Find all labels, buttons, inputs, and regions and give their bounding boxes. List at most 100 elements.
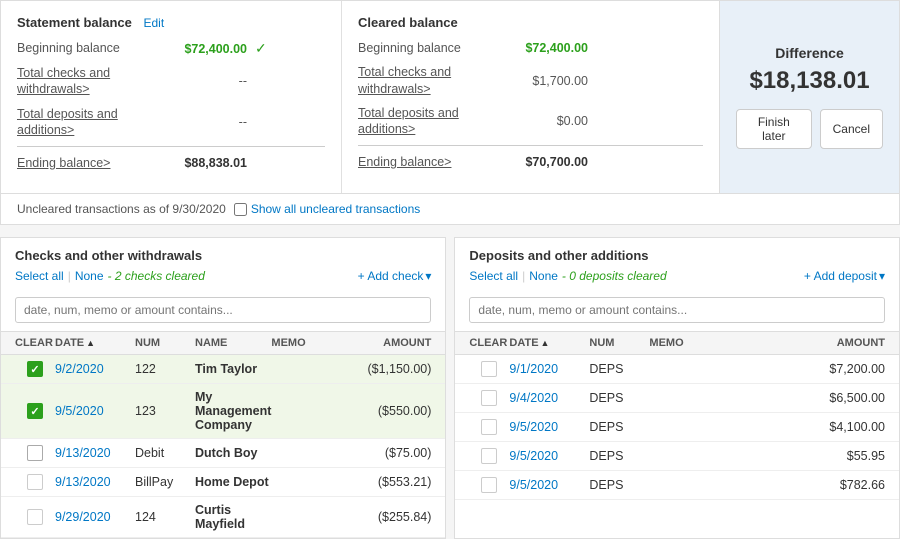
deposits-row-4-checkbox-cell[interactable]: [469, 477, 509, 493]
checks-row-4-num: 124: [135, 510, 195, 524]
cleared-balance-section: Cleared balance Beginning balance $72,40…: [341, 1, 719, 193]
top-panel: Statement balance Edit Beginning balance…: [0, 0, 900, 194]
checks-col-name: NAME: [195, 337, 271, 349]
beginning-balance-cleared-value: $72,400.00: [147, 42, 247, 56]
checks-row-3-amount: ($553.21): [351, 475, 431, 489]
deposits-row-4-checkbox[interactable]: [481, 477, 497, 493]
deposits-date-sort-arrow: ▲: [541, 338, 550, 348]
checks-row-2-num: Debit: [135, 446, 195, 460]
deposits-row-3-checkbox[interactable]: [481, 448, 497, 464]
checks-row-0-date[interactable]: 9/2/2020: [55, 362, 135, 376]
cleared-checks-label: Total checks and withdrawals>: [358, 64, 488, 97]
checks-row-1-date[interactable]: 9/5/2020: [55, 404, 135, 418]
table-row: 9/13/2020 BillPay Home Depot ($553.21): [1, 468, 445, 497]
checks-row-2-checkbox-cell[interactable]: [15, 445, 55, 461]
deposits-row-0-checkbox[interactable]: [481, 361, 497, 377]
show-uncleared-checkbox-label[interactable]: Show all uncleared transactions: [234, 202, 420, 216]
edit-link[interactable]: Edit: [144, 16, 165, 30]
show-uncleared-checkbox[interactable]: [234, 203, 247, 216]
cleared-ending-label: Ending balance>: [358, 154, 488, 170]
checks-row-1-checkbox[interactable]: [27, 403, 43, 419]
checks-row-1-amount: ($550.00): [351, 404, 431, 418]
deposits-panel: Deposits and other additions Select all …: [454, 237, 900, 539]
deposits-cleared-info: - 0 deposits cleared: [562, 269, 667, 283]
main-content: Checks and other withdrawals Select all …: [0, 237, 900, 539]
beginning-balance-label: Beginning balance: [17, 40, 147, 56]
deposits-row-2-checkbox-cell[interactable]: [469, 419, 509, 435]
deposits-row-4-num: DEPS: [589, 478, 649, 492]
checks-row-3-checkbox-cell[interactable]: [15, 474, 55, 490]
checks-row-2-checkbox[interactable]: [27, 445, 43, 461]
deposits-row-2-amount: $4,100.00: [805, 420, 885, 434]
checks-row-0-amount: ($1,150.00): [351, 362, 431, 376]
checks-table-header: CLEAR DATE ▲ NUM NAME MEMO AMOUNT: [1, 331, 445, 355]
checks-col-clear: CLEAR: [15, 337, 55, 349]
deposits-search-bar: [455, 297, 899, 331]
checks-search-input[interactable]: [15, 297, 431, 323]
cleared-deposits-value: $0.00: [488, 114, 588, 128]
checks-withdrawals-label: Total checks and withdrawals>: [17, 65, 147, 98]
deposits-row-0-amount: $7,200.00: [805, 362, 885, 376]
deposits-row-4-amount: $782.66: [805, 478, 885, 492]
checks-row-1-num: 123: [135, 404, 195, 418]
add-check-dropdown-icon: ▾: [425, 269, 431, 283]
statement-balance-section: Statement balance Edit Beginning balance…: [1, 1, 341, 193]
deposits-row-2-checkbox[interactable]: [481, 419, 497, 435]
checks-cleared-info: - 2 checks cleared: [108, 269, 205, 283]
checks-row-4-checkbox-cell[interactable]: [15, 509, 55, 525]
checks-panel-header: Checks and other withdrawals Select all …: [1, 238, 445, 297]
checks-row-4-checkbox[interactable]: [27, 509, 43, 525]
checks-row-4-date[interactable]: 9/29/2020: [55, 510, 135, 524]
cancel-button[interactable]: Cancel: [820, 109, 883, 149]
deposits-row-3-checkbox-cell[interactable]: [469, 448, 509, 464]
deposits-search-input[interactable]: [469, 297, 885, 323]
checks-row-4-name: Curtis Mayfield: [195, 503, 271, 531]
deposits-additions-label: Total deposits and additions>: [17, 106, 147, 139]
table-row: 9/13/2020 Debit Dutch Boy ($75.00): [1, 439, 445, 468]
checks-none[interactable]: None: [75, 269, 104, 283]
deposits-select-all[interactable]: Select all: [469, 269, 518, 283]
finish-later-button[interactable]: Finish later: [736, 109, 812, 149]
checks-row-2-name: Dutch Boy: [195, 446, 271, 460]
deposits-row-3-amount: $55.95: [805, 449, 885, 463]
deposits-none[interactable]: None: [529, 269, 558, 283]
table-row: 9/5/2020 DEPS $4,100.00: [455, 413, 899, 442]
deposits-panel-left-actions: Select all | None - 0 deposits cleared: [469, 269, 666, 283]
table-row: 9/5/2020 DEPS $782.66: [455, 471, 899, 500]
deposits-col-amount: AMOUNT: [805, 337, 885, 349]
deposits-row-2-date[interactable]: 9/5/2020: [509, 420, 589, 434]
checks-row-0-checkbox[interactable]: [27, 361, 43, 377]
checks-row-2-date[interactable]: 9/13/2020: [55, 446, 135, 460]
deposits-row-0-checkbox-cell[interactable]: [469, 361, 509, 377]
deposits-row-1-checkbox[interactable]: [481, 390, 497, 406]
checks-row-3-checkbox[interactable]: [27, 474, 43, 490]
deposits-row-3-date[interactable]: 9/5/2020: [509, 449, 589, 463]
checks-row-3-date[interactable]: 9/13/2020: [55, 475, 135, 489]
add-deposit-button[interactable]: + Add deposit ▾: [804, 269, 885, 283]
deposits-row-0-num: DEPS: [589, 362, 649, 376]
deposits-col-memo: MEMO: [649, 337, 805, 349]
checks-row-4-amount: ($255.84): [351, 510, 431, 524]
checks-row-1-checkbox-cell[interactable]: [15, 403, 55, 419]
checks-panel-actions: Select all | None - 2 checks cleared + A…: [15, 269, 431, 283]
check-icon: ✓: [255, 40, 267, 57]
table-row: 9/1/2020 DEPS $7,200.00: [455, 355, 899, 384]
checks-row-3-name: Home Depot: [195, 475, 271, 489]
checks-row-0-checkbox-cell[interactable]: [15, 361, 55, 377]
deposits-panel-title: Deposits and other additions: [469, 248, 885, 263]
uncleared-bar: Uncleared transactions as of 9/30/2020 S…: [0, 194, 900, 225]
deposits-row-1-checkbox-cell[interactable]: [469, 390, 509, 406]
deposits-row-1-date[interactable]: 9/4/2020: [509, 391, 589, 405]
deposits-row-1-num: DEPS: [589, 391, 649, 405]
deposits-row-0-date[interactable]: 9/1/2020: [509, 362, 589, 376]
deposits-row-1-amount: $6,500.00: [805, 391, 885, 405]
deposits-panel-header: Deposits and other additions Select all …: [455, 238, 899, 297]
deposits-row-4-date[interactable]: 9/5/2020: [509, 478, 589, 492]
checks-select-all[interactable]: Select all: [15, 269, 64, 283]
checks-search-bar: [1, 297, 445, 331]
deposits-col-clear: CLEAR: [469, 337, 509, 349]
difference-value: $18,138.01: [749, 67, 869, 95]
table-row: 9/2/2020 122 Tim Taylor ($1,150.00): [1, 355, 445, 384]
add-check-button[interactable]: + Add check ▾: [358, 269, 432, 283]
uncleared-text: Uncleared transactions as of 9/30/2020: [17, 202, 226, 216]
